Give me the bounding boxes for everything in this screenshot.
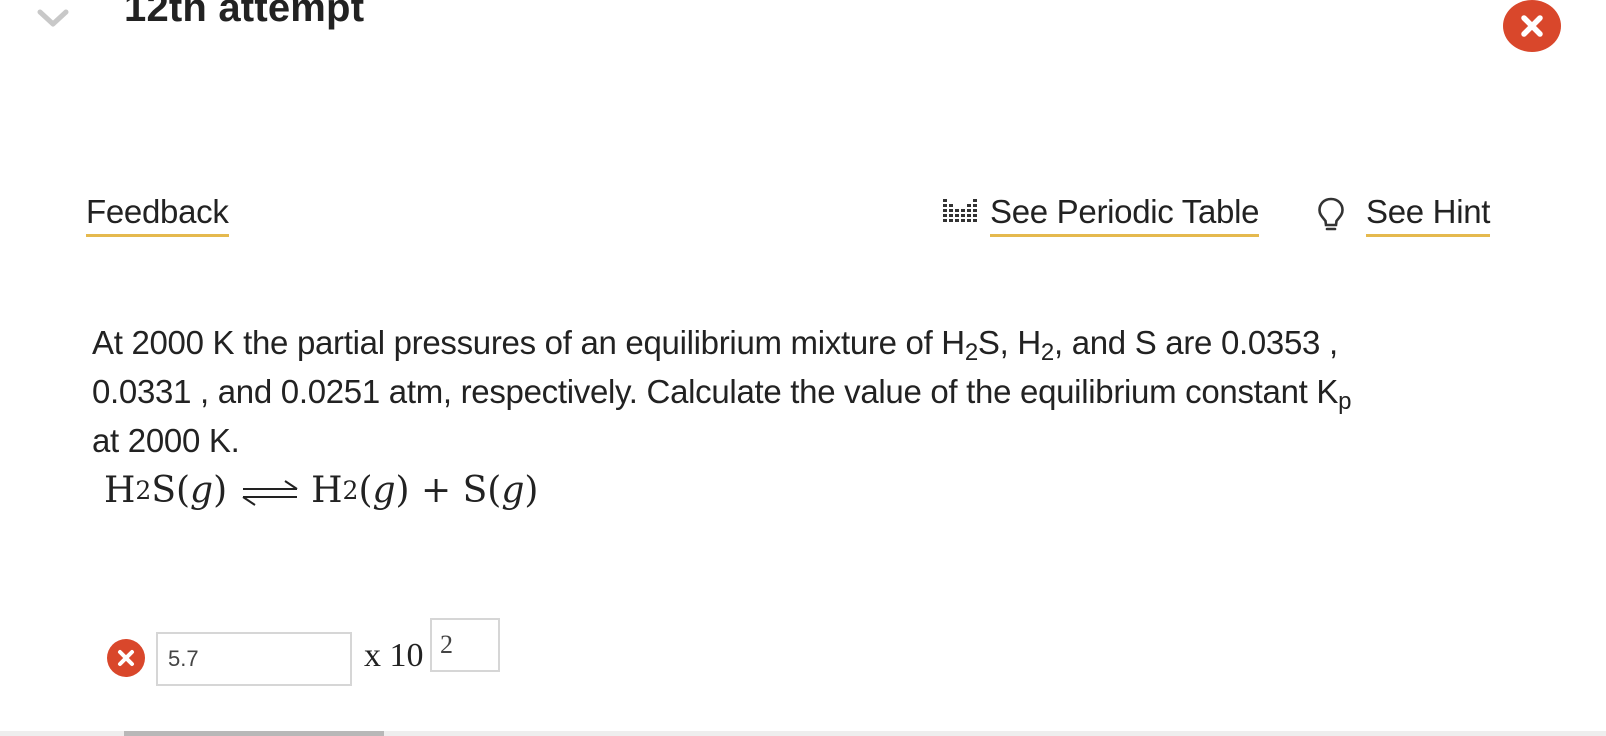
feedback-link[interactable]: Feedback — [86, 194, 229, 237]
equation-term: ) + S( — [395, 470, 502, 511]
equation-term: S( — [151, 470, 191, 511]
question-text-part: At 2000 K the partial pressures of an eq… — [92, 324, 965, 361]
close-icon — [1521, 15, 1543, 37]
horizontal-scrollbar[interactable] — [124, 731, 384, 736]
chemical-equation: H 2 S(g) H 2(g) + S(g) — [104, 470, 539, 511]
attempt-title: 12th attempt — [124, 0, 365, 30]
equation-phase: g — [501, 470, 525, 511]
answer-exponent-input[interactable] — [430, 618, 500, 672]
answer-mantissa-input[interactable] — [156, 632, 352, 686]
equation-term: ( — [358, 470, 373, 511]
times-ten-label: x 10 — [364, 637, 424, 674]
lightbulb-icon — [1318, 197, 1344, 231]
equation-term: H — [104, 470, 136, 511]
question-text-part: at 2000 K. — [92, 422, 240, 459]
equation-phase: g — [372, 470, 396, 511]
chevron-down-icon[interactable] — [36, 6, 70, 30]
subscript: p — [1338, 388, 1352, 415]
equation-term: H — [311, 470, 343, 511]
equation-phase: g — [190, 470, 214, 511]
equation-term: ) — [524, 470, 539, 511]
see-hint-link[interactable]: See Hint — [1366, 194, 1490, 237]
question-text-part: S, H — [977, 324, 1041, 361]
subscript: 2 — [964, 339, 978, 366]
subscript: 2 — [1040, 339, 1054, 366]
equilibrium-arrow-icon — [242, 479, 298, 506]
question-text-part: 0.0331 , and 0.0251 atm, respectively. C… — [92, 373, 1339, 410]
equation-term: ) — [213, 470, 228, 511]
incorrect-icon — [107, 639, 145, 677]
close-button[interactable] — [1503, 0, 1561, 52]
question-text-part: , and S are 0.0353 , — [1053, 324, 1338, 361]
see-periodic-table-link[interactable]: See Periodic Table — [990, 194, 1259, 237]
question-text: At 2000 K the partial pressures of an eq… — [92, 318, 1512, 465]
periodic-table-icon — [943, 199, 977, 222]
